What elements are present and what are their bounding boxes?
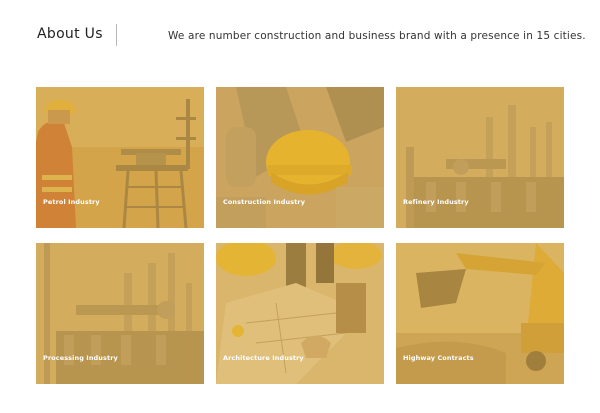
card-overlay	[216, 87, 384, 228]
industry-card-petrol[interactable]: Petrol Industry	[36, 87, 204, 228]
industry-card-processing[interactable]: Processing Industry	[36, 243, 204, 384]
about-us-section: About Us We are number construction and …	[0, 0, 600, 413]
card-overlay	[36, 87, 204, 228]
card-label: Construction Industry	[223, 198, 306, 206]
header-divider	[116, 24, 117, 46]
card-label: Processing Industry	[43, 354, 118, 362]
card-overlay	[396, 243, 564, 384]
card-label: Highway Contracts	[403, 354, 474, 362]
card-overlay	[216, 243, 384, 384]
industry-card-highway[interactable]: Highway Contracts	[396, 243, 564, 384]
industry-card-architecture[interactable]: Architecture Industry	[216, 243, 384, 384]
card-label: Architecture Industry	[223, 354, 304, 362]
page-tagline: We are number construction and business …	[168, 30, 586, 42]
card-label: Refinery Industry	[403, 198, 469, 206]
industry-card-construction[interactable]: Construction Industry	[216, 87, 384, 228]
card-overlay	[396, 87, 564, 228]
card-overlay	[36, 243, 204, 384]
page-title: About Us	[37, 26, 103, 42]
industry-grid: Petrol Industry Construction Industry Re…	[36, 87, 564, 384]
industry-card-refinery[interactable]: Refinery Industry	[396, 87, 564, 228]
card-label: Petrol Industry	[43, 198, 100, 206]
section-header: About Us We are number construction and …	[0, 0, 600, 70]
